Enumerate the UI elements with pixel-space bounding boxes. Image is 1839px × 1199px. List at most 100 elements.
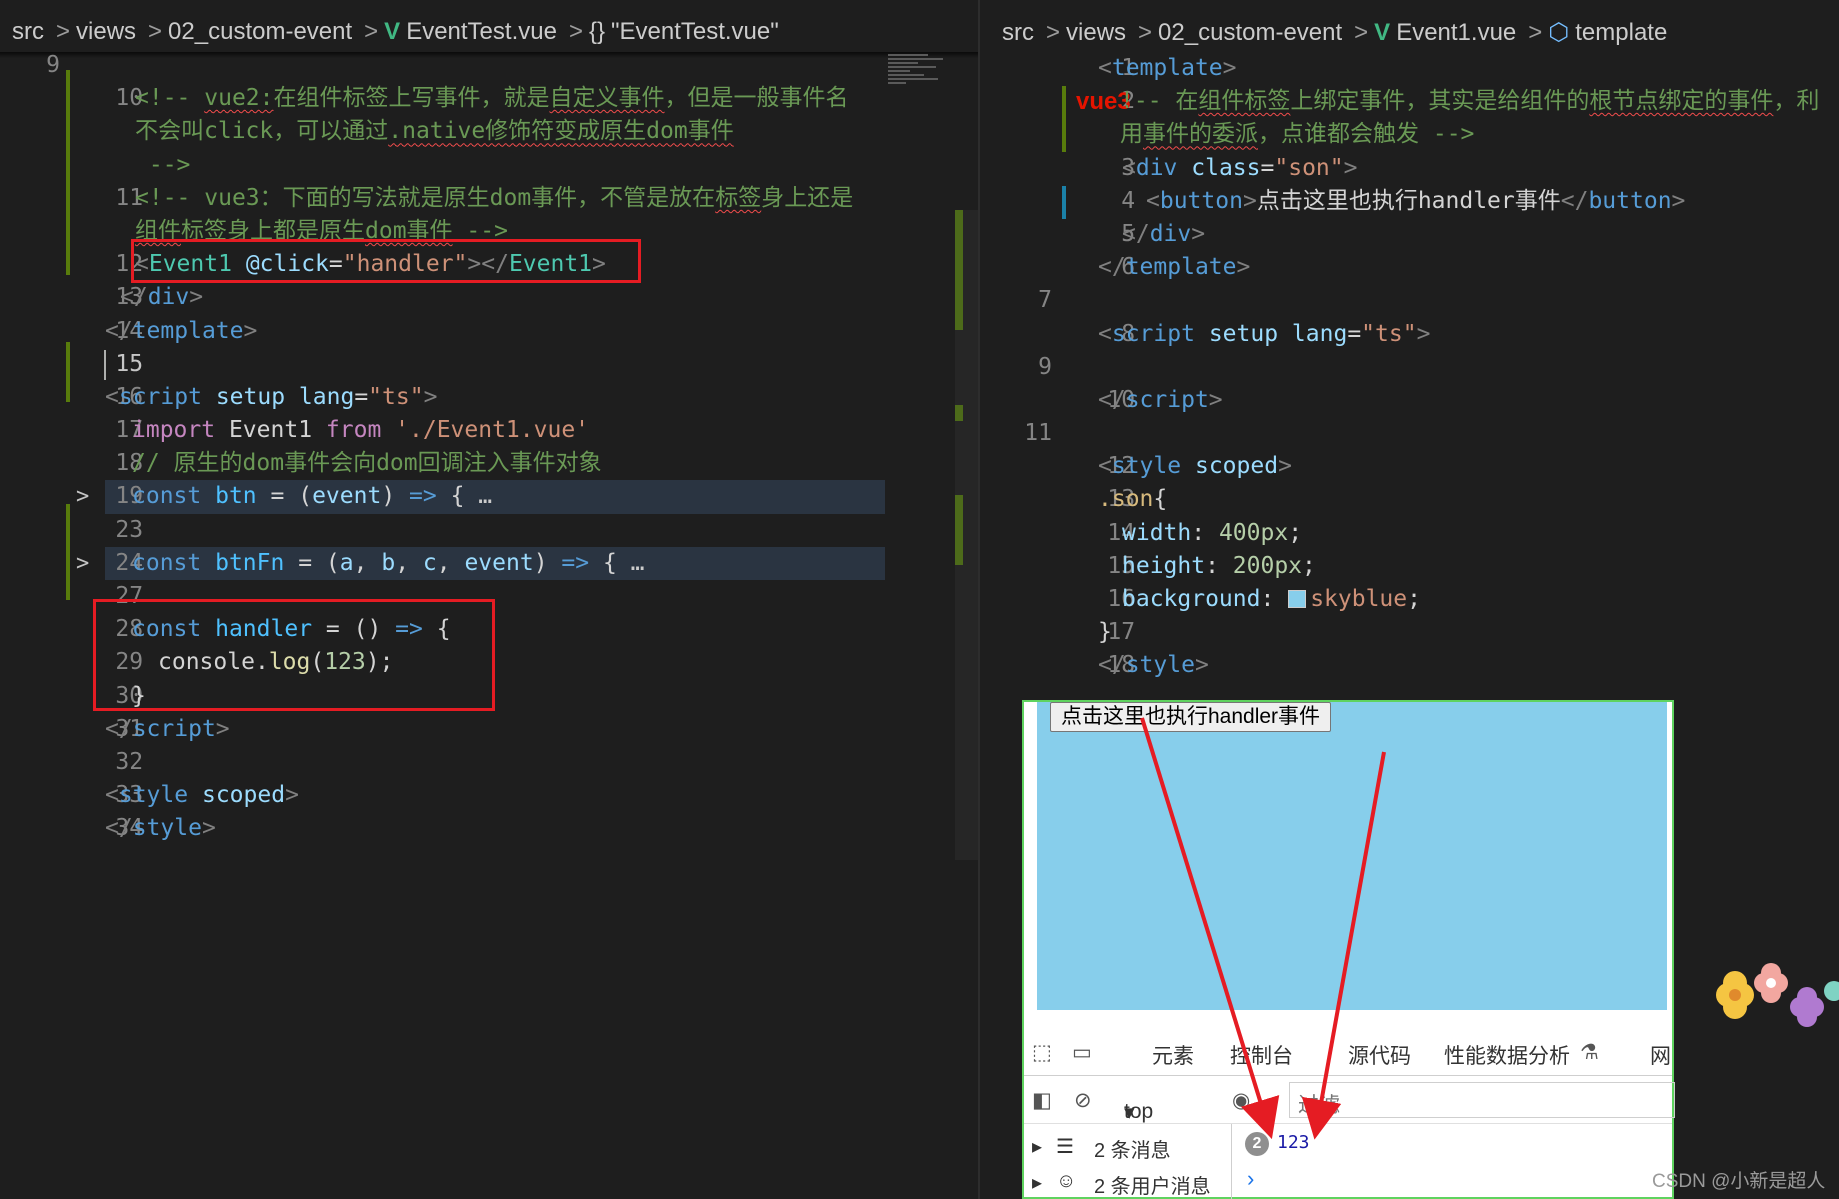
line-number: 11: [1024, 420, 1052, 447]
console-log-value: 123: [1277, 1132, 1310, 1153]
line-number: 4: [1121, 187, 1136, 214]
breadcrumb-item-file[interactable]: Event1.vue: [1396, 19, 1516, 46]
code-line: 34 </style>: [0, 812, 980, 845]
code-line: 2 vue3 !-- 在组件标签上绑定事件，其实是给组件的根节点绑定的事件，利用…: [980, 85, 1839, 151]
code-content: }: [1098, 619, 1112, 646]
cube-icon: ⬡: [1548, 19, 1570, 46]
chevron-right-icon: >: [1138, 19, 1153, 46]
code-line: 23: [0, 514, 980, 547]
color-swatch[interactable]: [1288, 590, 1307, 609]
chevron-right-icon: >: [364, 18, 379, 45]
console-output: 2 123 ›: [1233, 1124, 1672, 1199]
code-content: </template>: [1098, 254, 1251, 281]
expand-arrow-icon: ▸: [1032, 1172, 1043, 1194]
breadcrumb-item-folder[interactable]: 02_custom-event: [1158, 19, 1342, 46]
tab-performance-insights[interactable]: 性能数据分析: [1444, 1040, 1570, 1070]
clear-console-icon[interactable]: ⊘: [1074, 1088, 1092, 1113]
handler-button[interactable]: 点击这里也执行handler事件: [1050, 702, 1332, 732]
console-prompt[interactable]: ›: [1247, 1166, 1254, 1192]
code-content: <script setup lang="ts">: [1098, 320, 1431, 347]
code-content: import Event1 from './Event1.vue': [132, 417, 590, 444]
device-toolbar-icon[interactable]: ▭: [1072, 1040, 1092, 1065]
expand-arrow-icon: ▸: [1032, 1136, 1043, 1158]
code-content: -->: [135, 151, 191, 178]
son-div[interactable]: 点击这里也执行handler事件: [1037, 702, 1667, 1010]
fold-expand-icon[interactable]: >: [76, 480, 89, 513]
code-line: 11: [980, 417, 1839, 450]
braces-icon: {}: [588, 18, 605, 45]
code-content: </style>: [1098, 652, 1209, 679]
eye-icon[interactable]: ◉: [1232, 1088, 1250, 1113]
tab-network[interactable]: 网: [1650, 1040, 1671, 1070]
code-content: </div>: [120, 284, 204, 311]
code-line: 33 <style scoped>: [0, 779, 980, 812]
flask-icon: ⚗: [1580, 1041, 1599, 1064]
code-content: <script setup lang="ts">: [105, 383, 438, 410]
code-content: </template>: [105, 317, 258, 344]
code-content: </script>: [105, 715, 230, 742]
code-editor[interactable]: 9 10 <!-- vue2:在组件标签上写事件，就是自定义事件，但是一般事件名…: [0, 49, 980, 846]
dropdown-arrow-icon: ▾: [1124, 1101, 1135, 1124]
code-content: !-- 在组件标签上绑定事件，其实是给组件的根节点绑定的事件，利用事件的委派，点…: [1120, 88, 1820, 148]
code-line: 17 }: [980, 616, 1839, 649]
code-line-folded: 24 > const btnFn = (a, b, c, event) => {…: [0, 546, 980, 581]
sidebar-item-user-messages[interactable]: ▸ ☺ 2 条用户消息: [1024, 1164, 1231, 1199]
breadcrumb-item-views[interactable]: views: [1066, 19, 1126, 46]
chevron-right-icon: >: [56, 18, 71, 45]
tab-console[interactable]: 控制台: [1230, 1040, 1293, 1070]
scrollbar-change-marker: [955, 405, 963, 421]
code-line: 15 height: 200px;: [980, 550, 1839, 583]
scrollbar-change-marker: [955, 210, 963, 330]
breadcrumb: src > views >02_custom-event > V Event1.vue > ⬡ t…: [980, 0, 1839, 52]
tab-elements[interactable]: 元素: [1152, 1040, 1194, 1070]
code-editor[interactable]: 1 <template> 2 vue3 !-- 在组件标签上绑定事件，其实是给组…: [980, 52, 1839, 683]
chevron-right-icon: >: [1046, 19, 1061, 46]
code-line: 32: [0, 746, 980, 779]
tab-sources[interactable]: 源代码: [1348, 1040, 1411, 1070]
code-content: </script>: [1098, 386, 1223, 413]
text-cursor: [104, 349, 106, 380]
chevron-right-icon: >: [568, 18, 583, 45]
line-number: 23: [115, 516, 144, 543]
breadcrumb-item-folder[interactable]: 02_custom-event: [168, 18, 352, 45]
sidebar-toggle-icon[interactable]: ◧: [1032, 1088, 1052, 1113]
fold-expand-icon[interactable]: >: [76, 547, 89, 580]
line-number: 9: [46, 52, 60, 78]
list-icon: ☰: [1056, 1136, 1074, 1158]
vue-file-icon: V: [384, 18, 401, 45]
code-content: </div>: [1122, 220, 1206, 247]
minimap[interactable]: [888, 52, 948, 102]
code-line: 9: [0, 49, 980, 82]
chevron-right-icon: >: [148, 18, 163, 45]
breadcrumb-item-src[interactable]: src: [1002, 19, 1034, 46]
line-number: 15: [115, 350, 144, 377]
left-editor-pane: src > views >02_custom-event > V EventTest.vue…: [0, 0, 980, 1199]
filter-input[interactable]: 过滤: [1289, 1082, 1675, 1118]
code-line: 8 <script setup lang="ts">: [980, 318, 1839, 351]
breadcrumb-item-file[interactable]: EventTest.vue: [406, 18, 557, 45]
code-line: 12 <style scoped>: [980, 450, 1839, 483]
code-line-current: 15: [0, 348, 980, 381]
code-line: 6 </template>: [980, 251, 1839, 284]
code-line: 31 </script>: [0, 713, 980, 746]
code-line: 16 <script setup lang="ts">: [0, 381, 980, 414]
code-line: 5 </div>: [980, 218, 1839, 251]
code-content: <div class="son">: [1122, 154, 1358, 181]
code-line: 13 .son{: [980, 483, 1839, 516]
code-content: const btnFn = (a, b, c, event) => { …: [132, 549, 645, 576]
code-content: <style scoped>: [105, 782, 299, 809]
flower-purple: [1790, 987, 1824, 1027]
breadcrumb-item-symbol[interactable]: template: [1575, 19, 1667, 46]
highlight-box-handler: [93, 599, 495, 711]
console-sidebar: ▸ ☰ 2 条消息 ▸ ☺ 2 条用户消息: [1024, 1124, 1232, 1199]
code-content: .son{: [1098, 486, 1168, 513]
breadcrumb-item-views[interactable]: views: [76, 18, 136, 45]
code-content: // 原生的dom事件会向dom回调注入事件对象: [132, 450, 602, 477]
code-line: 10 </script>: [980, 384, 1839, 417]
console-toolbar: ◧ ⊘ top ▾ ◉ 过滤: [1024, 1076, 1675, 1124]
breadcrumb-item-symbol[interactable]: "EventTest.vue": [611, 18, 779, 45]
sidebar-item-messages[interactable]: ▸ ☰ 2 条消息: [1024, 1128, 1231, 1164]
chevron-right-icon: >: [1528, 19, 1543, 46]
inspect-element-icon[interactable]: ⬚: [1032, 1040, 1052, 1065]
breadcrumb-item-src[interactable]: src: [12, 18, 44, 45]
